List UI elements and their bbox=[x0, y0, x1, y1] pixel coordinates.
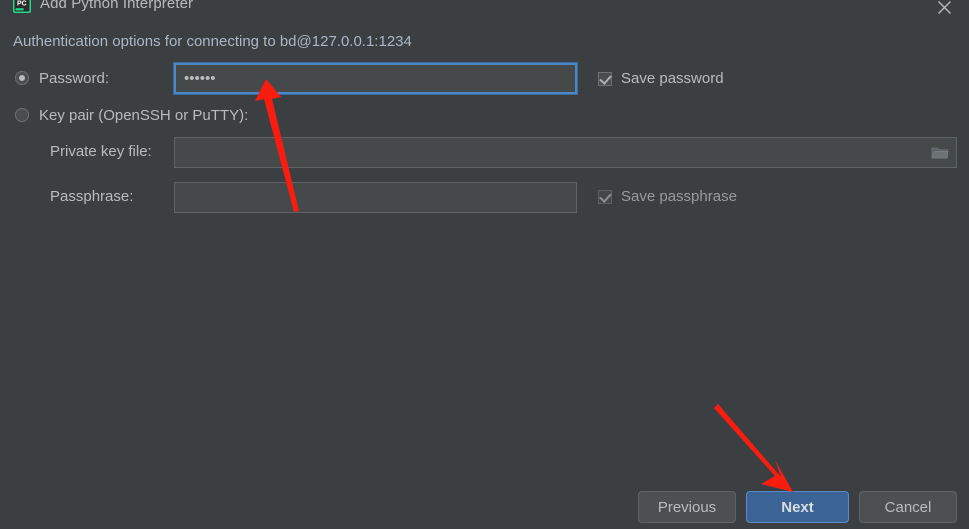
next-button[interactable]: Next bbox=[746, 491, 849, 523]
window-title-bar: PC Add Python Interpreter bbox=[0, 0, 969, 22]
cancel-button[interactable]: Cancel bbox=[859, 491, 957, 523]
radio-key-pair[interactable] bbox=[15, 108, 29, 122]
save-password-checkbox[interactable] bbox=[598, 72, 612, 86]
save-passphrase-checkbox[interactable] bbox=[598, 190, 612, 204]
key-pair-label: Key pair (OpenSSH or PuTTY): bbox=[39, 107, 249, 124]
radio-password[interactable] bbox=[15, 71, 29, 85]
private-key-file-label: Private key file: bbox=[50, 143, 152, 160]
folder-icon[interactable] bbox=[928, 140, 952, 165]
connection-description: Authentication options for connecting to… bbox=[13, 33, 412, 50]
page-title: Add Python Interpreter bbox=[40, 0, 194, 12]
private-key-file-input[interactable] bbox=[174, 137, 957, 168]
password-input[interactable] bbox=[174, 63, 577, 94]
pycharm-icon: PC bbox=[13, 0, 31, 13]
save-password-label: Save password bbox=[621, 70, 724, 87]
close-icon[interactable] bbox=[927, 0, 961, 20]
passphrase-label: Passphrase: bbox=[50, 188, 134, 205]
svg-text:PC: PC bbox=[17, 0, 27, 7]
passphrase-input[interactable] bbox=[174, 182, 577, 213]
save-passphrase-label: Save passphrase bbox=[621, 188, 737, 205]
password-label: Password: bbox=[39, 70, 110, 87]
arrow-to-next-button bbox=[714, 404, 793, 492]
previous-button[interactable]: Previous bbox=[638, 491, 736, 523]
